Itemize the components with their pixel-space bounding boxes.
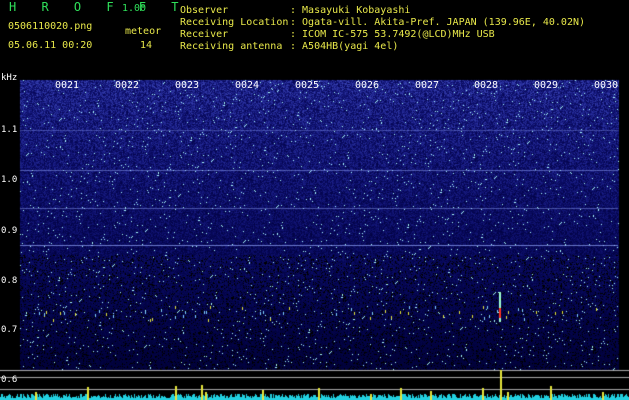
y-tick-label: 0.8	[1, 276, 18, 286]
info-location-label: Receiving Location	[180, 17, 289, 28]
spectrogram-canvas	[0, 74, 629, 400]
y-tick-label: 0.7	[1, 325, 18, 335]
filename-label: 0506110020.png	[8, 21, 93, 32]
y-tick-label: 0.6	[1, 375, 18, 385]
unit-label: kHz	[1, 73, 18, 83]
time-label: 0028	[474, 80, 499, 91]
y-tick-label: 0.9	[1, 226, 18, 236]
time-label: 0023	[175, 80, 200, 91]
time-label: 0024	[235, 80, 260, 91]
time-label: 0030	[594, 80, 619, 91]
app-title: H R O F F T	[9, 0, 188, 14]
info-antenna-label: Receiving antenna	[180, 41, 283, 52]
time-label: 0029	[534, 80, 559, 91]
meteor-label: meteor	[125, 26, 162, 37]
time-label: 0027	[415, 80, 440, 91]
time-label: 0022	[115, 80, 140, 91]
info-receiver-label: Receiver	[180, 29, 229, 40]
y-tick-label: 1.1	[1, 125, 18, 135]
time-label: 0021	[55, 80, 80, 91]
info-observer-value: : Masayuki Kobayashi	[290, 5, 411, 16]
time-label: 0026	[355, 80, 380, 91]
meteor-count: 14	[140, 40, 153, 51]
time-label: 0025	[295, 80, 320, 91]
info-observer-label: Observer	[180, 5, 229, 16]
info-antenna-value: : A504HB(yagi 4el)	[290, 41, 399, 52]
info-receiver-value: : ICOM IC-575 53.7492(@LCD)MHz USB	[290, 29, 495, 40]
datetime-label: 05.06.11 00:20	[8, 40, 93, 51]
info-location-value: : Ogata-vill. Akita-Pref. JAPAN (139.96E…	[290, 17, 586, 28]
y-tick-label: 1.0	[1, 175, 18, 185]
version-label: 1.00	[122, 3, 147, 14]
